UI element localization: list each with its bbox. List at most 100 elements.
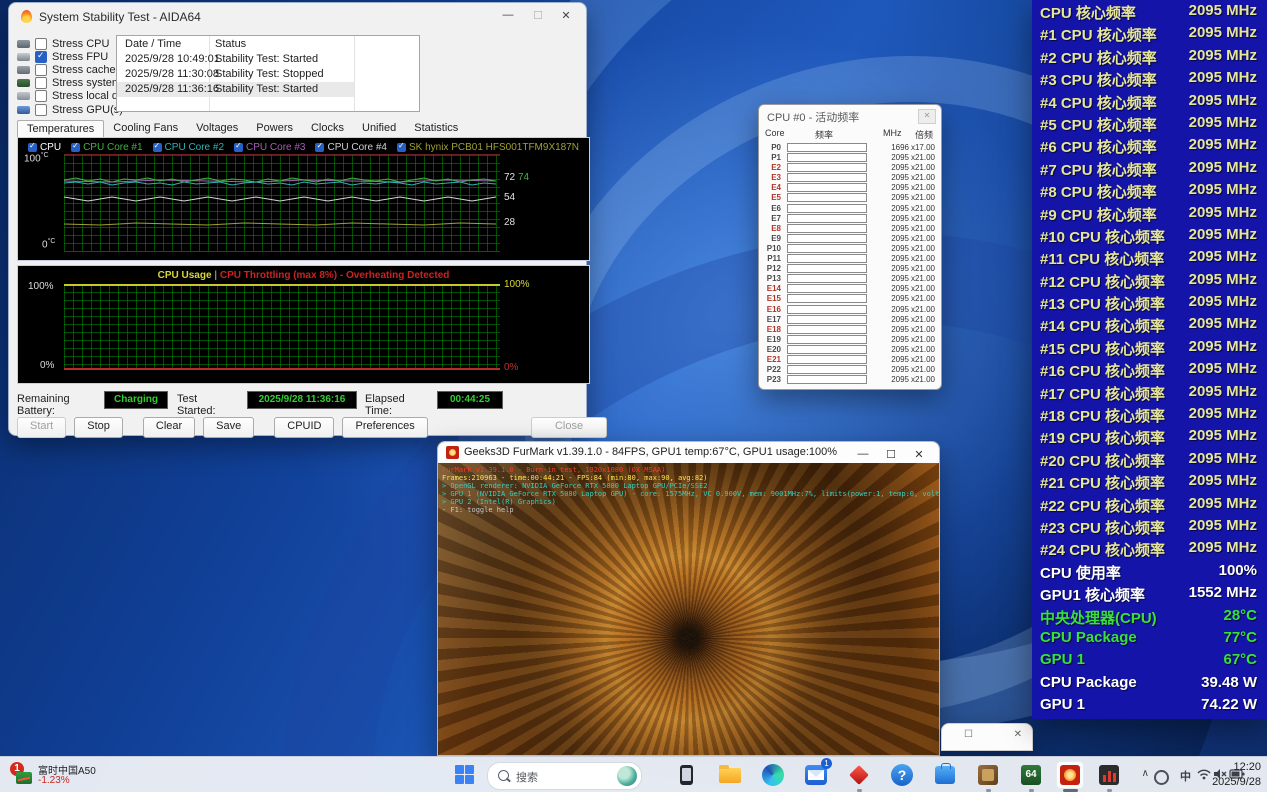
core-multiplier: x21.00 <box>903 254 935 263</box>
tab[interactable]: Statistics <box>405 120 467 137</box>
sensor-label: #3 CPU 核心频率 <box>1040 69 1157 90</box>
core-multiplier: x21.00 <box>903 193 935 202</box>
app-64-icon[interactable]: 64 <box>1017 761 1045 789</box>
maximize-icon[interactable]: ☐ <box>964 729 973 740</box>
aida64-titlebar[interactable]: System Stability Test - AIDA64 — ☐ ✕ <box>9 3 586 31</box>
aida64-button[interactable]: Start <box>17 417 66 438</box>
aida64-button[interactable]: Save <box>203 417 254 438</box>
cpu-z-icon[interactable] <box>974 761 1002 789</box>
furmark-titlebar[interactable]: Geeks3D FurMark v1.39.1.0 - 84FPS, GPU1 … <box>438 442 939 463</box>
core-frequency-row: E2 2095 x21.00 <box>759 162 941 172</box>
stress-checkbox[interactable] <box>35 77 47 89</box>
maximize-button[interactable]: ☐ <box>881 448 901 461</box>
overlay-line: FurMark v1.39.1.0 - Burn-in test, 1920x1… <box>442 466 940 474</box>
legend-checkbox[interactable] <box>315 143 324 152</box>
aida64-button[interactable]: Stop <box>74 417 123 438</box>
tab[interactable]: Clocks <box>302 120 353 137</box>
sensor-label: #23 CPU 核心频率 <box>1040 517 1165 538</box>
log-row[interactable]: 2025/9/28 11:36:16 Stability Test: Start… <box>117 82 354 97</box>
aida64-taskbar-icon[interactable] <box>845 761 873 789</box>
core-label: P1 <box>759 153 781 162</box>
tray-circle-icon[interactable] <box>1154 770 1169 785</box>
log-time: 2025/9/28 10:49:01 <box>125 52 220 67</box>
tab[interactable]: Voltages <box>187 120 247 137</box>
minimize-button[interactable]: — <box>853 448 873 460</box>
legend-checkbox[interactable] <box>153 143 162 152</box>
close-icon[interactable]: ✕ <box>556 9 576 22</box>
wifi-icon[interactable] <box>1197 768 1211 780</box>
core-frequency-row: E15 2095 x21.00 <box>759 293 941 303</box>
stress-checkbox[interactable] <box>35 64 47 76</box>
temperature-graph-panel: CPU CPU Core #1 CPU Core #2 CPU <box>17 137 590 261</box>
legend-checkbox[interactable] <box>28 143 37 152</box>
stress-checkbox[interactable] <box>35 38 47 50</box>
frequency-bar <box>787 254 867 263</box>
frequency-bar <box>787 355 867 364</box>
frequency-bar <box>787 365 867 374</box>
search-box[interactable]: 搜索 <box>487 762 642 790</box>
tab[interactable]: Cooling Fans <box>104 120 187 137</box>
legend-item[interactable]: SK hynix PCB01 HFS001TFM9X187N <box>397 142 579 153</box>
stability-log-table[interactable]: Date / Time Status 2025/9/28 10:49:01 St… <box>116 35 420 112</box>
stress-checkbox[interactable] <box>35 51 47 63</box>
phone-link-icon[interactable] <box>673 761 701 789</box>
temperature-lines <box>64 155 500 251</box>
legend-item[interactable]: CPU Core #3 <box>234 142 305 153</box>
core-frequency-row: P13 2095 x21.00 <box>759 273 941 283</box>
mail-icon[interactable]: 1 <box>802 761 830 789</box>
legend-checkbox[interactable] <box>397 143 406 152</box>
core-frequency-row: P22 2095 x21.00 <box>759 364 941 374</box>
tab[interactable]: Temperatures <box>17 120 104 137</box>
core-multiplier: x21.00 <box>903 325 935 334</box>
taskbar-clock[interactable]: 12:20 2025/9/28 <box>1212 760 1261 790</box>
frequency-bar <box>787 224 867 233</box>
close-icon[interactable]: ✕ <box>1014 729 1022 740</box>
legend-checkbox[interactable] <box>234 143 243 152</box>
start-button[interactable] <box>455 765 475 785</box>
search-highlights-icon[interactable] <box>617 766 637 786</box>
stress-checkbox[interactable] <box>35 104 47 116</box>
close-button: Close <box>531 417 607 438</box>
close-icon[interactable]: ✕ <box>909 448 929 461</box>
log-row[interactable]: 2025/9/28 11:30:08 Stability Test: Stopp… <box>117 67 354 82</box>
store-icon[interactable] <box>931 761 959 789</box>
core-frequency-row: E3 2095 x21.00 <box>759 172 941 182</box>
legend-item[interactable]: CPU Core #4 <box>315 142 386 153</box>
widgets-button[interactable]: 1 富时中国A50 -1.23% <box>6 760 156 790</box>
core-label: P12 <box>759 264 781 273</box>
sensor-value: 2095 MHz <box>1189 226 1257 243</box>
tab[interactable]: Unified <box>353 120 405 137</box>
sensor-value: 39.48 W <box>1201 674 1257 691</box>
sensor-row: #7 CPU 核心频率 2095 MHz <box>1032 157 1267 179</box>
test-started-label: Test Started: <box>177 393 216 417</box>
usage-left-top: 100% <box>28 281 54 292</box>
file-explorer-icon[interactable] <box>716 761 744 789</box>
core-multiplier: x21.00 <box>903 244 935 253</box>
legend-item[interactable]: CPU Core #2 <box>153 142 224 153</box>
sensor-row: #23 CPU 核心频率 2095 MHz <box>1032 515 1267 537</box>
cpu-frequency-window: CPU #0 - 活动频率 ✕ Core 频率 MHz 倍频 P0 1696 x… <box>758 104 942 390</box>
aida64-button[interactable]: Clear <box>143 417 195 438</box>
aida64-button[interactable]: CPUID <box>274 417 334 438</box>
sensor-label: #4 CPU 核心频率 <box>1040 92 1157 113</box>
legend-item[interactable]: CPU Core #1 <box>71 142 142 153</box>
furmark-taskbar-icon[interactable] <box>1056 761 1084 789</box>
gpu-shark-icon[interactable] <box>1095 761 1123 789</box>
edge-browser-icon[interactable] <box>759 761 787 789</box>
frequency-bar <box>787 375 867 384</box>
close-icon[interactable]: ✕ <box>918 109 936 124</box>
sensor-row: GPU 1 67°C <box>1032 649 1267 671</box>
stress-checkbox[interactable] <box>35 90 47 102</box>
tab[interactable]: Powers <box>247 120 302 137</box>
minimize-button[interactable]: — <box>498 9 518 21</box>
ime-indicator[interactable]: 中 <box>1180 768 1191 784</box>
aida64-button[interactable]: Preferences <box>342 417 427 438</box>
frequency-bar <box>787 214 867 223</box>
legend-checkbox[interactable] <box>71 143 80 152</box>
tray-chevron-icon[interactable]: ∧ <box>1142 768 1149 779</box>
get-help-icon[interactable]: ? <box>888 761 916 789</box>
log-row[interactable]: 2025/9/28 10:49:01 Stability Test: Start… <box>117 52 354 67</box>
sensor-label: #7 CPU 核心频率 <box>1040 159 1157 180</box>
sensor-row: #5 CPU 核心频率 2095 MHz <box>1032 112 1267 134</box>
background-dialog-fragment[interactable]: ☐ ✕ <box>941 723 1033 751</box>
